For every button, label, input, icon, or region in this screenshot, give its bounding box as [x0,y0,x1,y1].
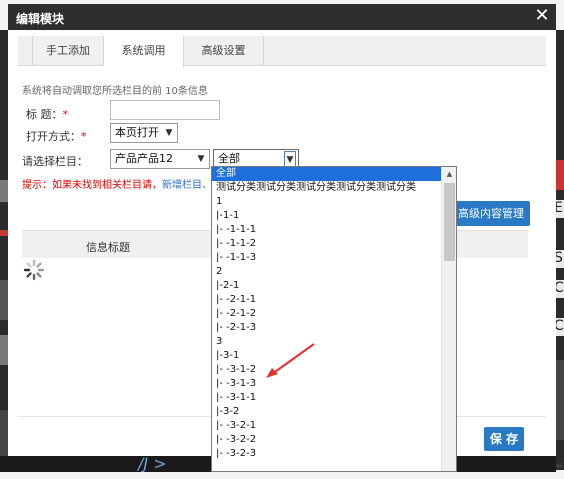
dropdown-option[interactable]: |-2-1 [212,279,442,293]
dropdown-option[interactable]: |- -3-1-3 [212,377,442,391]
dropdown-option[interactable]: |- -2-1-1 [212,293,442,307]
tab-bar: 手工添加 系统调用 高级设置 [18,36,546,67]
dialog-title-bar: 编辑模块 ✕ [8,4,556,30]
dropdown-option[interactable]: 全部 [212,167,442,181]
dropdown-option[interactable]: |- -3-1-2 [212,363,442,377]
dropdown-option[interactable]: |- -1-1-1 [212,223,442,237]
dropdown-option[interactable]: 2 [212,265,442,279]
scroll-up-arrow-icon[interactable]: ▲ [442,167,456,182]
hint-text: 提示：如果未找到相关栏目请，新增栏目、 [22,176,212,191]
tab-system-call[interactable]: 系统调用 [104,36,184,67]
open-mode-label: 打开方式：* [26,128,87,144]
scrollbar-thumb[interactable] [444,183,455,261]
dropdown-options: 全部 测试分类测试分类测试分类测试分类测试分类 1 |-1-1 |- -1-1-1 … [212,167,442,461]
dropdown-option[interactable]: 3 [212,335,442,349]
dropdown-option[interactable]: 1 [212,195,442,209]
dropdown-option[interactable]: |- -1-1-3 [212,251,442,265]
dialog-title: 编辑模块 [16,12,65,26]
dropdown-option[interactable]: |-1-1 [212,209,442,223]
dropdown-option[interactable]: |-3-1 [212,349,442,363]
dropdown-option[interactable]: |- -3-2-2 [212,433,442,447]
annotation-arrow-icon [266,343,315,378]
background-bottom-text: /J > [138,456,167,472]
dropdown-option[interactable]: |-3-2 [212,405,442,419]
column-label: 请选择栏目： [22,155,88,168]
chevron-down-icon: ▼ [165,128,173,138]
required-mark: * [81,130,87,143]
dropdown-option[interactable]: |- -3-2-1 [212,419,442,433]
title-input[interactable] [110,100,220,120]
required-mark: * [62,108,69,121]
loading-spinner-icon [23,259,45,281]
hint-message: 提示：如果未找到相关栏目请， [22,180,162,191]
add-column-link[interactable]: 新增栏目、 [162,180,212,191]
open-mode-label-text: 打开方式： [26,130,81,143]
dropdown-option[interactable]: |- -3-1-1 [212,391,442,405]
advanced-content-button[interactable]: 高级内容管理 [452,201,530,226]
tab-manual-add[interactable]: 手工添加 [32,36,104,66]
save-button[interactable]: 保 存 [484,427,524,451]
dropdown-option[interactable]: |- -2-1-2 [212,307,442,321]
column-header-info-title: 信息标题 [86,241,130,254]
open-mode-select[interactable]: 本页打开 ▼ [110,123,178,143]
subcolumn-value: 全部 [218,152,240,165]
close-icon[interactable]: ✕ [532,4,552,28]
tab-advanced-settings[interactable]: 高级设置 [184,36,264,66]
chevron-down-icon: ▼ [197,154,205,164]
dropdown-option[interactable]: |- -3-2-3 [212,447,442,461]
chevron-down-icon[interactable]: ▼ [284,151,296,167]
return-mark: ↵ [556,462,564,472]
title-label: 标 题：* [26,106,68,122]
dropdown-option[interactable]: |- -1-1-2 [212,237,442,251]
column-value: 产品产品12 [115,152,173,165]
open-mode-value: 本页打开 [115,126,159,139]
info-text: 系统将自动调取您所选栏目的前 10条信息 [22,86,208,97]
title-label-text: 标 题： [26,108,63,121]
column-dropdown-list[interactable]: 全部 测试分类测试分类测试分类测试分类测试分类 1 |-1-1 |- -1-1-1 … [211,166,457,472]
column-select[interactable]: 产品产品12 ▼ [110,149,210,169]
dropdown-scrollbar[interactable]: ▲ [441,167,456,471]
dropdown-option[interactable]: |- -2-1-3 [212,321,442,335]
dropdown-option[interactable]: 测试分类测试分类测试分类测试分类测试分类 [212,181,442,195]
